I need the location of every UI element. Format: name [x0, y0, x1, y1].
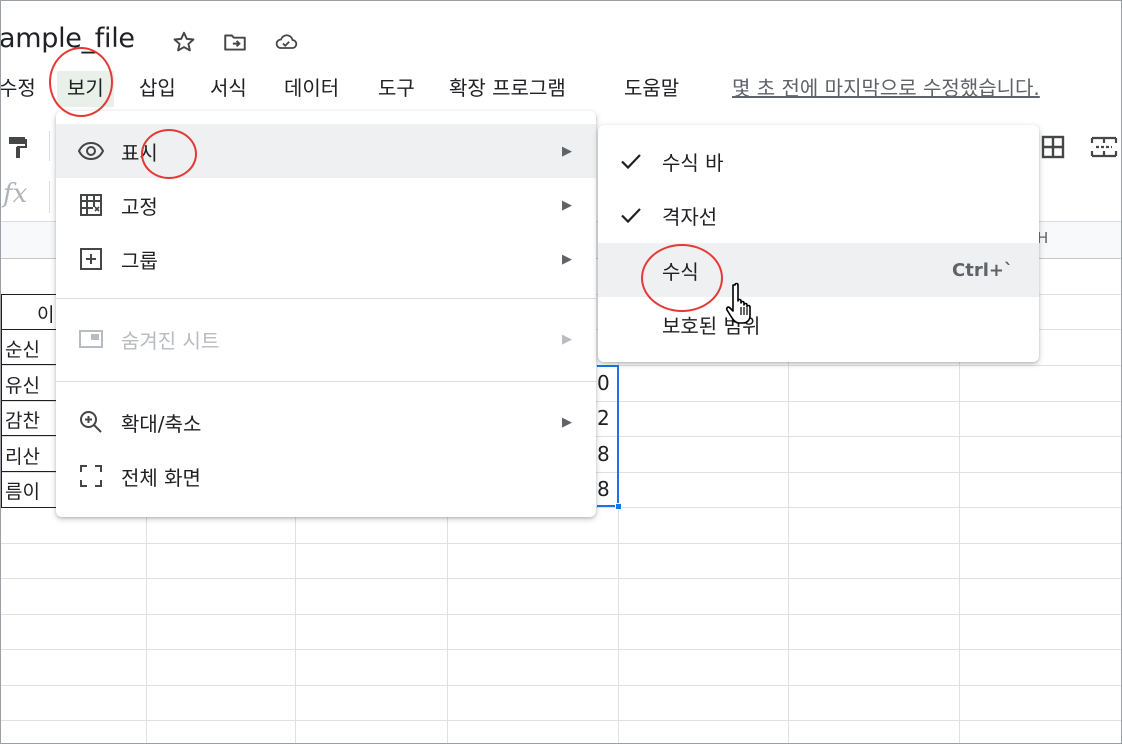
submenu-arrow-icon: ▶ [562, 143, 572, 159]
view-menu-item-hidden-sheets: 숨겨진 시트 ▶ [56, 312, 596, 366]
menu-extensions[interactable]: 확장 프로그램 [449, 71, 566, 107]
menu-item-label: 수식 [662, 259, 699, 284]
grid-row-line [1, 543, 1121, 544]
toolbar-divider [49, 131, 50, 161]
shortcut-label: Ctrl+` [952, 259, 1013, 281]
cell-name: 감찬 [5, 410, 40, 432]
move-to-folder-icon[interactable] [222, 29, 248, 55]
grid-row-line [1, 720, 1121, 721]
menu-data[interactable]: 데이터 [284, 71, 339, 107]
formula-divider [49, 181, 50, 213]
grid-col-line [295, 507, 296, 743]
cloud-status-icon[interactable] [273, 29, 299, 55]
cell-value: 2 [597, 406, 610, 430]
submenu-arrow-icon: ▶ [562, 331, 572, 347]
cell-value: 8 [597, 477, 610, 501]
grid-row-line [1, 578, 1121, 579]
fill-handle[interactable] [615, 503, 622, 510]
menu-bar: 수정 보기 삽입 서식 데이터 도구 확장 프로그램 도움말 몇 초 전에 마지… [1, 71, 1121, 107]
view-menu-item-freeze[interactable]: 고정 ▶ [56, 178, 596, 232]
submenu-arrow-icon: ▶ [562, 197, 572, 213]
star-icon[interactable] [171, 29, 197, 55]
menu-view[interactable]: 보기 [57, 71, 114, 107]
grid-col-line [447, 507, 448, 743]
menu-item-label: 그룹 [121, 248, 158, 273]
show-submenu: 수식 바 격자선 수식 Ctrl+` 보호된 범위 [598, 125, 1039, 362]
spreadsheet-window: ample_file 수정 보기 삽입 서식 데이터 도구 확장 프로그램 도움… [0, 0, 1122, 744]
view-menu-dropdown: 표시 ▶ 고정 ▶ 그룹 ▶ 숨겨진 시트 ▶ 확대/축소 ▶ 전체 화면 [56, 111, 596, 517]
group-plus-box-icon [76, 244, 106, 274]
cell-name: 리산 [5, 446, 40, 468]
cell-value: 0 [597, 371, 610, 395]
grid-row-line [1, 685, 1121, 686]
view-menu-item-group[interactable]: 그룹 ▶ [56, 232, 596, 286]
cell-name: 순신 [5, 339, 40, 361]
document-title[interactable]: ample_file [1, 23, 135, 54]
cell-value: 8 [597, 442, 610, 466]
menu-item-label: 확대/축소 [121, 411, 202, 436]
show-submenu-item-formulas[interactable]: 수식 Ctrl+` [598, 243, 1039, 297]
show-submenu-item-protected-ranges[interactable]: 보호된 범위 [598, 297, 1039, 351]
zoom-in-icon [76, 407, 106, 437]
show-submenu-item-gridlines[interactable]: 격자선 [598, 188, 1039, 242]
submenu-arrow-icon: ▶ [562, 414, 572, 430]
grid-row-line [1, 649, 1121, 650]
fullscreen-icon [76, 461, 106, 491]
borders-icon[interactable] [1039, 133, 1067, 161]
cell-header-name: 이 [37, 304, 55, 326]
checkmark-icon [616, 200, 646, 230]
paint-format-icon[interactable] [5, 133, 31, 161]
last-edit-link[interactable]: 몇 초 전에 마지막으로 수정했습니다. [732, 71, 1040, 107]
checkmark-icon [616, 146, 646, 176]
menu-item-label: 고정 [121, 194, 158, 219]
menu-help[interactable]: 도움말 [624, 71, 679, 107]
menu-item-label: 전체 화면 [121, 465, 201, 490]
freeze-grid-icon [76, 190, 106, 220]
hidden-sheet-icon [76, 324, 106, 354]
submenu-arrow-icon: ▶ [562, 251, 572, 267]
view-menu-item-fullscreen[interactable]: 전체 화면 [56, 449, 596, 503]
cell-name: 름이 [5, 481, 40, 503]
menu-item-label: 수식 바 [662, 150, 724, 175]
eye-icon [76, 136, 106, 166]
grid-col-line [146, 507, 147, 743]
menu-tools[interactable]: 도구 [378, 71, 415, 107]
hand-pointer-cursor-icon [725, 282, 751, 324]
grid-row-line [1, 614, 1121, 615]
menu-item-label: 격자선 [662, 204, 718, 229]
menu-separator [56, 298, 596, 299]
show-submenu-item-formula-bar[interactable]: 수식 바 [598, 134, 1039, 188]
menu-item-label: 숨겨진 시트 [121, 328, 220, 353]
view-menu-item-zoom[interactable]: 확대/축소 ▶ [56, 395, 596, 449]
menu-insert[interactable]: 삽입 [139, 71, 176, 107]
menu-separator [56, 381, 596, 382]
cell-name: 유신 [5, 375, 40, 397]
fx-label: fx [3, 179, 28, 209]
menu-edit[interactable]: 수정 [1, 71, 36, 107]
menu-format[interactable]: 서식 [210, 71, 247, 107]
menu-item-label: 표시 [121, 140, 158, 165]
view-menu-item-show[interactable]: 표시 ▶ [56, 124, 596, 178]
merge-cells-icon[interactable] [1089, 133, 1119, 161]
